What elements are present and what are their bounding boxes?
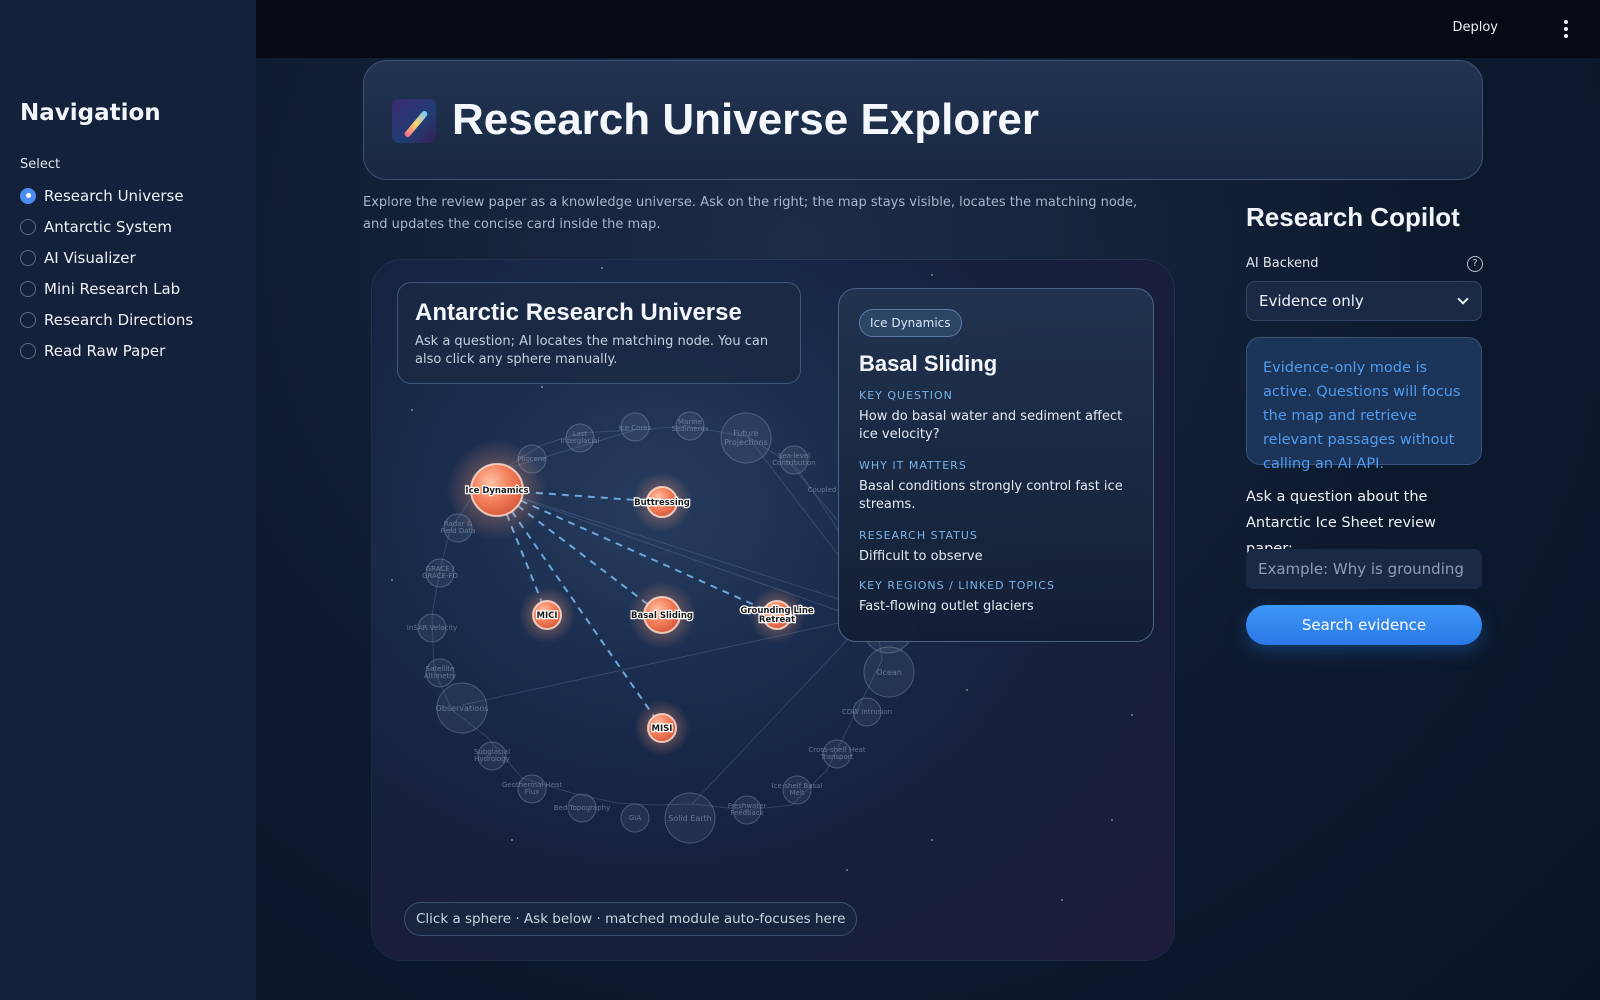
- nav-item-label: Read Raw Paper: [44, 341, 166, 360]
- svg-text:Transport: Transport: [820, 753, 854, 761]
- svg-text:Flux: Flux: [525, 788, 540, 796]
- section-key: KEY REGIONS / LINKED TOPICS: [859, 579, 1055, 592]
- svg-text:Interglacial: Interglacial: [560, 437, 599, 445]
- nav-item-antarctic-system[interactable]: Antarctic System: [20, 211, 193, 242]
- label-ice-dynamics: Ice Dynamics: [465, 486, 528, 496]
- sidebar: Navigation Select Research Universe Anta…: [0, 0, 256, 1000]
- key-regions-section: KEY REGIONS / LINKED TOPICS Fast-flowing…: [859, 579, 1144, 616]
- notice-text: Evidence-only mode is active. Questions …: [1263, 360, 1461, 472]
- radio-icon[interactable]: [20, 280, 36, 297]
- key-question-section: KEY QUESTION How do basal water and sedi…: [859, 389, 1144, 444]
- sidebar-title: Navigation: [20, 100, 161, 126]
- nav-item-research-universe[interactable]: Research Universe: [20, 180, 193, 211]
- nav-item-label: Mini Research Lab: [44, 279, 181, 298]
- category-chip: Ice Dynamics: [859, 309, 962, 337]
- label-insar: InSAR Velocity: [407, 624, 457, 632]
- label-ocean: Ocean: [876, 668, 902, 677]
- intro-text: Explore the review paper as a knowledge …: [363, 195, 1138, 232]
- map-subtitle: Ask a question; AI locates the matching …: [415, 334, 769, 367]
- why-it-matters-section: WHY IT MATTERS Basal conditions strongly…: [859, 459, 1144, 514]
- svg-text:Hydrology: Hydrology: [474, 755, 510, 763]
- map-hint: Click a sphere · Ask below · matched mod…: [404, 902, 858, 936]
- select-label: Select: [20, 157, 61, 172]
- nav-item-read-raw-paper[interactable]: Read Raw Paper: [20, 335, 193, 366]
- copilot-title: Research Copilot: [1246, 202, 1460, 232]
- page-title: Research Universe Explorer: [452, 95, 1039, 144]
- nav-item-ai-visualizer[interactable]: AI Visualizer: [20, 242, 193, 273]
- svg-text:GRACE-FO: GRACE-FO: [422, 572, 459, 580]
- backend-select[interactable]: Evidence only: [1246, 281, 1482, 321]
- section-key: RESEARCH STATUS: [859, 529, 978, 542]
- radio-icon[interactable]: [20, 311, 36, 328]
- label-cdw: CDW Intrusion: [842, 708, 892, 716]
- section-value: Fast-flowing outlet glaciers: [859, 599, 1034, 614]
- shooting-star-icon: [392, 99, 436, 143]
- question-input[interactable]: [1246, 549, 1482, 589]
- label-ice-cores: Ice Cores: [619, 424, 652, 432]
- label-coupled: Coupled: [808, 486, 837, 494]
- svg-text:Sediments: Sediments: [671, 425, 708, 433]
- deploy-button[interactable]: Deploy: [1452, 20, 1498, 35]
- map-title-card: Antarctic Research Universe Ask a questi…: [397, 282, 801, 384]
- nav-item-label: Antarctic System: [44, 217, 172, 236]
- backend-label: AI Backend: [1246, 256, 1319, 271]
- svg-text:Projections: Projections: [724, 438, 768, 447]
- universe-map[interactable]: Last Interglacial Ice Cores Marine Sedimen…: [372, 260, 1174, 960]
- nav-item-mini-research-lab[interactable]: Mini Research Lab: [20, 273, 193, 304]
- section-value: Difficult to observe: [859, 549, 983, 564]
- radio-icon[interactable]: [20, 342, 36, 359]
- research-status-section: RESEARCH STATUS Difficult to observe: [859, 529, 1144, 566]
- label-mici: MICI: [536, 611, 557, 621]
- nav-item-label: Research Directions: [44, 310, 194, 329]
- nav-item-label: Research Universe: [44, 186, 184, 205]
- kebab-icon[interactable]: [1560, 18, 1572, 40]
- label-buttressing: Buttressing: [634, 498, 690, 508]
- section-value: How do basal water and sediment affect i…: [859, 409, 1123, 442]
- evidence-mode-notice: Evidence-only mode is active. Questions …: [1246, 337, 1482, 472]
- radio-icon[interactable]: [20, 249, 36, 266]
- section-key: KEY QUESTION: [859, 389, 953, 402]
- nav-radio-group: Research Universe Antarctic System AI Vi…: [20, 180, 193, 366]
- label-future-projections: Future: [733, 429, 759, 438]
- svg-text:Altimetry: Altimetry: [424, 672, 456, 680]
- radio-selected-icon[interactable]: [20, 187, 36, 204]
- label-basal-sliding: Basal Sliding: [631, 611, 693, 621]
- section-key: WHY IT MATTERS: [859, 459, 967, 472]
- backend-select-value: Evidence only: [1259, 292, 1364, 310]
- node-info-card: Ice Dynamics Basal Sliding KEY QUESTION …: [838, 288, 1154, 642]
- label-observations: Observations: [436, 704, 489, 713]
- label-grounding-line-2: Retreat: [759, 615, 795, 625]
- label-solid-earth: Solid Earth: [668, 814, 712, 823]
- help-icon[interactable]: ?: [1467, 256, 1483, 272]
- label-misi: MISI: [652, 724, 673, 734]
- top-bar: Deploy: [256, 0, 1600, 58]
- header-card: Research Universe Explorer: [363, 60, 1483, 180]
- chevron-down-icon: [1457, 293, 1469, 305]
- nav-item-research-directions[interactable]: Research Directions: [20, 304, 193, 335]
- svg-text:Contribution: Contribution: [772, 459, 815, 467]
- nav-item-label: AI Visualizer: [44, 248, 136, 267]
- search-evidence-button[interactable]: Search evidence: [1246, 605, 1482, 645]
- section-value: Basal conditions strongly control fast i…: [859, 479, 1123, 512]
- map-title: Antarctic Research Universe: [415, 299, 742, 326]
- label-gia: GIA: [629, 814, 641, 822]
- svg-text:Feedback: Feedback: [730, 809, 764, 817]
- radio-icon[interactable]: [20, 218, 36, 235]
- card-title: Basal Sliding: [859, 351, 998, 376]
- svg-text:Melt: Melt: [789, 789, 804, 797]
- label-bed-topography: Bed Topography: [554, 804, 611, 812]
